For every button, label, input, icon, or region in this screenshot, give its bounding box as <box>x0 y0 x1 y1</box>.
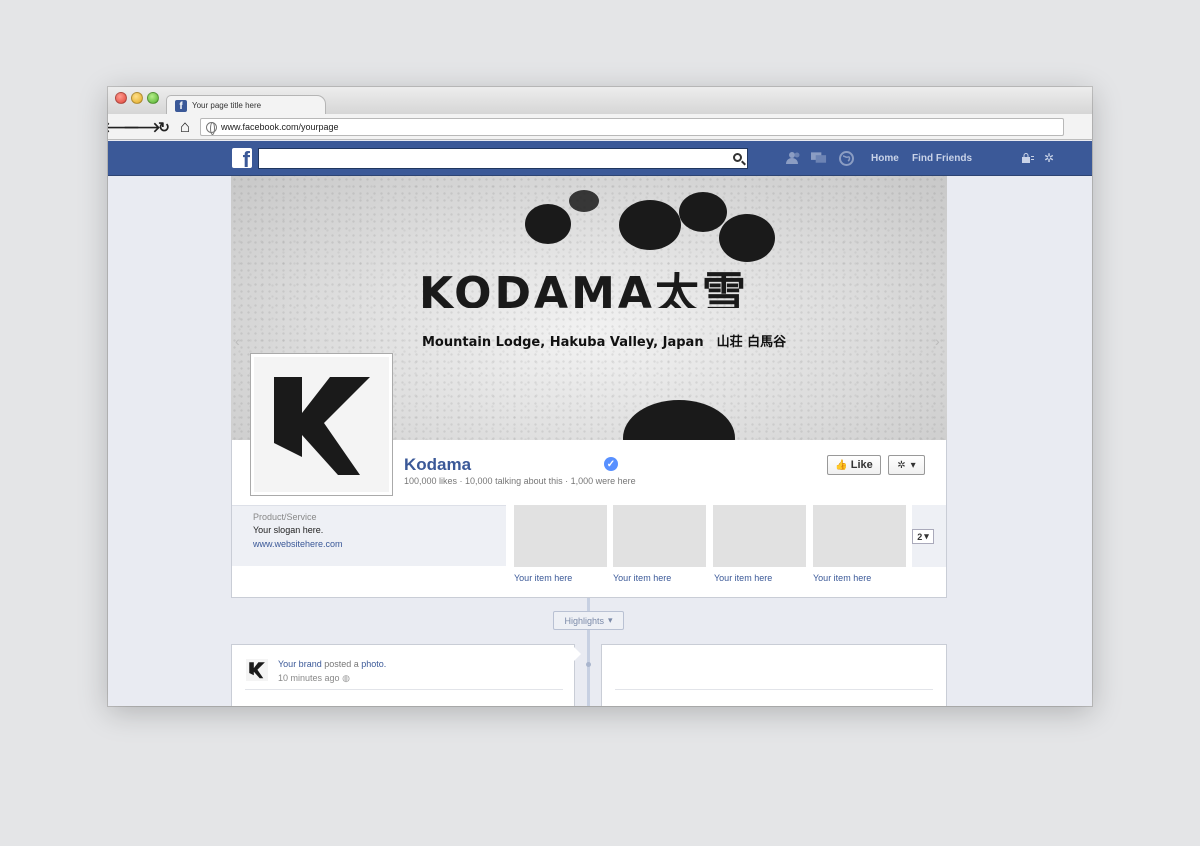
cover-subtitle: Mountain Lodge, Hakuba Valley, Japan 山荘 … <box>422 335 787 350</box>
app-label[interactable]: Your item here <box>613 573 671 583</box>
post-header: Your brand posted a photo. <box>278 659 386 669</box>
snowboarder-shape <box>525 204 571 244</box>
app-tile[interactable] <box>713 505 806 567</box>
chevron-right-icon[interactable]: › <box>935 333 940 349</box>
privacy-shortcuts-icon[interactable] <box>1019 150 1035 166</box>
friend-requests-icon[interactable] <box>786 150 802 166</box>
website-link[interactable]: www.websitehere.com <box>253 539 343 549</box>
globe-icon <box>206 121 217 135</box>
thumbs-up-icon: 👍 <box>835 459 848 471</box>
app-tile[interactable] <box>613 505 706 567</box>
page-slogan: Your slogan here. <box>253 525 324 535</box>
maximize-window-button[interactable] <box>147 92 159 104</box>
home-button[interactable]: ⌂ <box>176 117 194 136</box>
url-text: www.facebook.com/yourpage <box>221 122 339 132</box>
profile-picture[interactable] <box>250 353 393 496</box>
reload-button[interactable]: ↻ <box>155 118 173 136</box>
messages-icon[interactable] <box>811 150 827 166</box>
kodama-k-logo-icon <box>249 662 265 679</box>
kodama-k-logo-icon <box>274 377 370 475</box>
like-button[interactable]: 👍 Like <box>827 455 881 475</box>
chevron-left-icon[interactable]: ‹ <box>235 333 240 349</box>
public-globe-icon: ◍ <box>342 673 350 683</box>
page-category: Product/Service <box>253 512 317 522</box>
settings-gear-icon[interactable]: ✲ <box>1041 150 1057 166</box>
search-icon[interactable] <box>733 153 742 162</box>
app-label[interactable]: Your item here <box>813 573 871 583</box>
close-window-button[interactable] <box>115 92 127 104</box>
page-options-button[interactable]: ✲ ▾ <box>888 455 925 475</box>
caret-down-icon: ▾ <box>924 531 929 541</box>
page-stats: 100,000 likes · 10,000 talking about thi… <box>404 476 636 486</box>
divider <box>615 689 933 690</box>
like-label: Like <box>850 459 873 471</box>
post-author-link[interactable]: Your brand <box>278 659 322 669</box>
browser-toolbar: 🡐 🡒 ↻ ⌂ www.facebook.com/yourpage <box>108 114 1092 140</box>
title-bar: f Your page title here <box>108 87 1092 115</box>
timeline-dot <box>586 662 591 667</box>
browser-window: f Your page title here 🡐 🡒 ↻ ⌂ www.faceb… <box>108 87 1092 706</box>
post-author-avatar[interactable] <box>246 659 268 681</box>
app-label[interactable]: Your item here <box>514 573 572 583</box>
window-controls <box>115 92 159 104</box>
facebook-logo-icon[interactable]: f <box>232 148 252 168</box>
cover-title: KODAMA太雪 <box>419 272 749 308</box>
timeline-post: Your brand posted a photo. 10 minutes ag… <box>231 644 575 706</box>
caret-down-icon: ▾ <box>910 459 916 471</box>
timeline-post <box>601 644 947 706</box>
app-tile[interactable] <box>813 505 906 567</box>
forward-button[interactable]: 🡒 <box>123 118 161 136</box>
nav-link-home[interactable]: Home <box>871 153 899 164</box>
apps-more-button[interactable]: 2 ▾ <box>912 529 934 544</box>
facebook-search-input[interactable] <box>258 148 748 169</box>
post-object-link[interactable]: photo. <box>361 659 386 669</box>
post-action: posted a <box>324 659 359 669</box>
caret-down-icon: ▾ <box>608 615 613 625</box>
facebook-top-bar: f Home Find Friends ✲ <box>108 141 1092 176</box>
app-tile[interactable] <box>514 505 607 567</box>
divider <box>245 689 563 690</box>
page-name[interactable]: Kodama <box>404 455 471 475</box>
about-section: Product/Service Your slogan here. www.we… <box>232 505 506 566</box>
verified-badge-icon: ✓ <box>604 457 618 471</box>
browser-tab[interactable]: f Your page title here <box>166 95 326 115</box>
notifications-icon[interactable] <box>838 150 854 166</box>
nav-link-find-friends[interactable]: Find Friends <box>912 153 972 164</box>
post-pointer <box>573 646 581 662</box>
facebook-favicon-icon: f <box>175 99 187 112</box>
app-label[interactable]: Your item here <box>714 573 772 583</box>
minimize-window-button[interactable] <box>131 92 143 104</box>
gear-icon: ✲ <box>897 459 906 471</box>
address-bar[interactable]: www.facebook.com/yourpage <box>200 118 1064 136</box>
tab-title: Your page title here <box>192 101 262 110</box>
post-timestamp[interactable]: 10 minutes ago ◍ <box>278 673 350 684</box>
highlights-button[interactable]: Highlights ▾ <box>553 611 624 630</box>
